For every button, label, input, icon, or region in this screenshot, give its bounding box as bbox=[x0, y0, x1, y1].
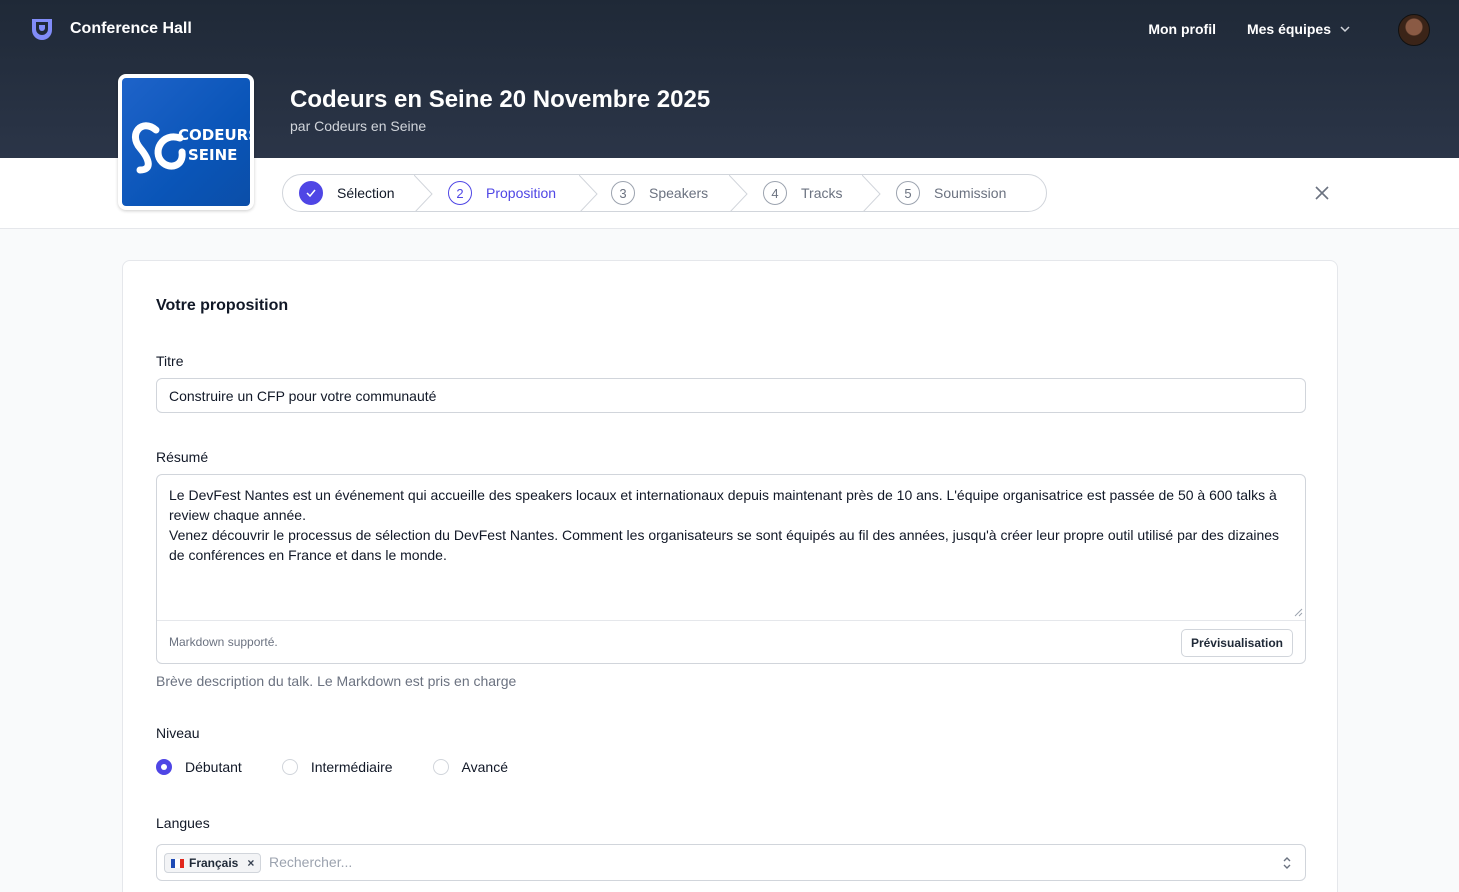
radio-label: Avancé bbox=[461, 759, 508, 775]
logo-line-2: SEINE bbox=[188, 146, 237, 164]
conference-hall-logo-icon bbox=[32, 19, 52, 40]
proposal-card: Votre proposition Titre Résumé Le DevFes… bbox=[122, 260, 1338, 892]
app-name: Conference Hall bbox=[70, 20, 192, 37]
abstract-textarea[interactable]: Le DevFest Nantes est un événement qui a… bbox=[169, 485, 1293, 565]
step-label: Soumission bbox=[934, 185, 1007, 201]
abstract-paragraph: Venez découvrir le processus de sélectio… bbox=[169, 527, 1280, 563]
step-separator bbox=[862, 175, 881, 211]
language-chip-label: Français bbox=[189, 856, 239, 870]
nav-my-profile[interactable]: Mon profil bbox=[1148, 21, 1216, 37]
level-label: Niveau bbox=[156, 725, 200, 741]
languages-select[interactable]: Français × Rechercher... bbox=[156, 844, 1306, 881]
close-icon[interactable] bbox=[1313, 184, 1331, 202]
radio-button[interactable] bbox=[432, 759, 449, 775]
level-option-advanced[interactable]: Avancé bbox=[432, 759, 508, 775]
markdown-note: Markdown supporté. bbox=[169, 635, 278, 649]
title-input[interactable] bbox=[156, 378, 1306, 413]
step-separator bbox=[579, 175, 598, 211]
step-number: 3 bbox=[611, 181, 635, 205]
radio-label: Intermédiaire bbox=[310, 759, 393, 775]
preview-button[interactable]: Prévisualisation bbox=[1180, 629, 1293, 657]
step-number: 2 bbox=[448, 181, 472, 205]
check-icon bbox=[299, 181, 323, 205]
languages-label: Langues bbox=[156, 815, 210, 831]
nav-my-teams-dropdown[interactable]: Mes équipes bbox=[1247, 21, 1351, 37]
step-label: Tracks bbox=[801, 185, 843, 201]
abstract-paragraph: Le DevFest Nantes est un événement qui a… bbox=[169, 487, 1277, 523]
event-organizer: par Codeurs en Seine bbox=[290, 118, 427, 134]
level-option-intermediate[interactable]: Intermédiaire bbox=[281, 759, 393, 775]
step-selection[interactable]: Sélection bbox=[283, 175, 416, 211]
codeurs-en-seine-logo-icon: CODEURS SEINE bbox=[132, 122, 250, 174]
section-title: Votre proposition bbox=[156, 297, 289, 314]
france-flag-icon bbox=[171, 858, 184, 868]
abstract-help-text: Brève description du talk. Le Markdown e… bbox=[156, 673, 517, 689]
radio-button[interactable] bbox=[281, 759, 298, 775]
step-number: 4 bbox=[763, 181, 787, 205]
radio-label: Débutant bbox=[185, 759, 242, 775]
languages-search-input[interactable]: Rechercher... bbox=[269, 854, 352, 870]
chevron-down-icon bbox=[1340, 26, 1350, 33]
brand[interactable]: Conference Hall bbox=[30, 16, 192, 42]
editor-footer: Markdown supporté. Prévisualisation bbox=[157, 620, 1305, 664]
step-speakers[interactable]: 3 Speakers bbox=[581, 175, 731, 211]
language-chip: Français × bbox=[164, 853, 262, 873]
event-title: Codeurs en Seine 20 Novembre 2025 bbox=[290, 86, 711, 113]
step-proposition[interactable]: 2 Proposition bbox=[416, 175, 581, 211]
event-logo: CODEURS SEINE bbox=[118, 74, 254, 210]
step-label: Speakers bbox=[649, 185, 709, 201]
step-separator bbox=[729, 175, 748, 211]
step-soumission[interactable]: 5 Soumission bbox=[864, 175, 1024, 211]
level-radio-group: Débutant Intermédiaire Avancé bbox=[156, 759, 548, 775]
radio-button[interactable] bbox=[156, 759, 172, 775]
step-label: Sélection bbox=[337, 185, 395, 201]
remove-language-icon[interactable]: × bbox=[247, 856, 254, 870]
chevron-up-down-icon bbox=[1283, 857, 1291, 869]
title-label: Titre bbox=[156, 353, 184, 369]
abstract-editor[interactable]: Le DevFest Nantes est un événement qui a… bbox=[156, 474, 1306, 664]
step-separator bbox=[414, 175, 433, 211]
user-avatar[interactable] bbox=[1398, 14, 1430, 46]
step-label: Proposition bbox=[486, 185, 557, 201]
resize-handle-icon[interactable] bbox=[1293, 607, 1303, 617]
abstract-label: Résumé bbox=[156, 449, 209, 465]
logo-line-1: CODEURS bbox=[178, 126, 250, 144]
stepper: Sélection 2 Proposition 3 Speakers 4 Tra… bbox=[282, 174, 1047, 212]
level-option-beginner[interactable]: Débutant bbox=[156, 759, 242, 775]
nav-my-teams-label: Mes équipes bbox=[1246, 21, 1331, 37]
step-tracks[interactable]: 4 Tracks bbox=[731, 175, 864, 211]
step-number: 5 bbox=[896, 181, 920, 205]
